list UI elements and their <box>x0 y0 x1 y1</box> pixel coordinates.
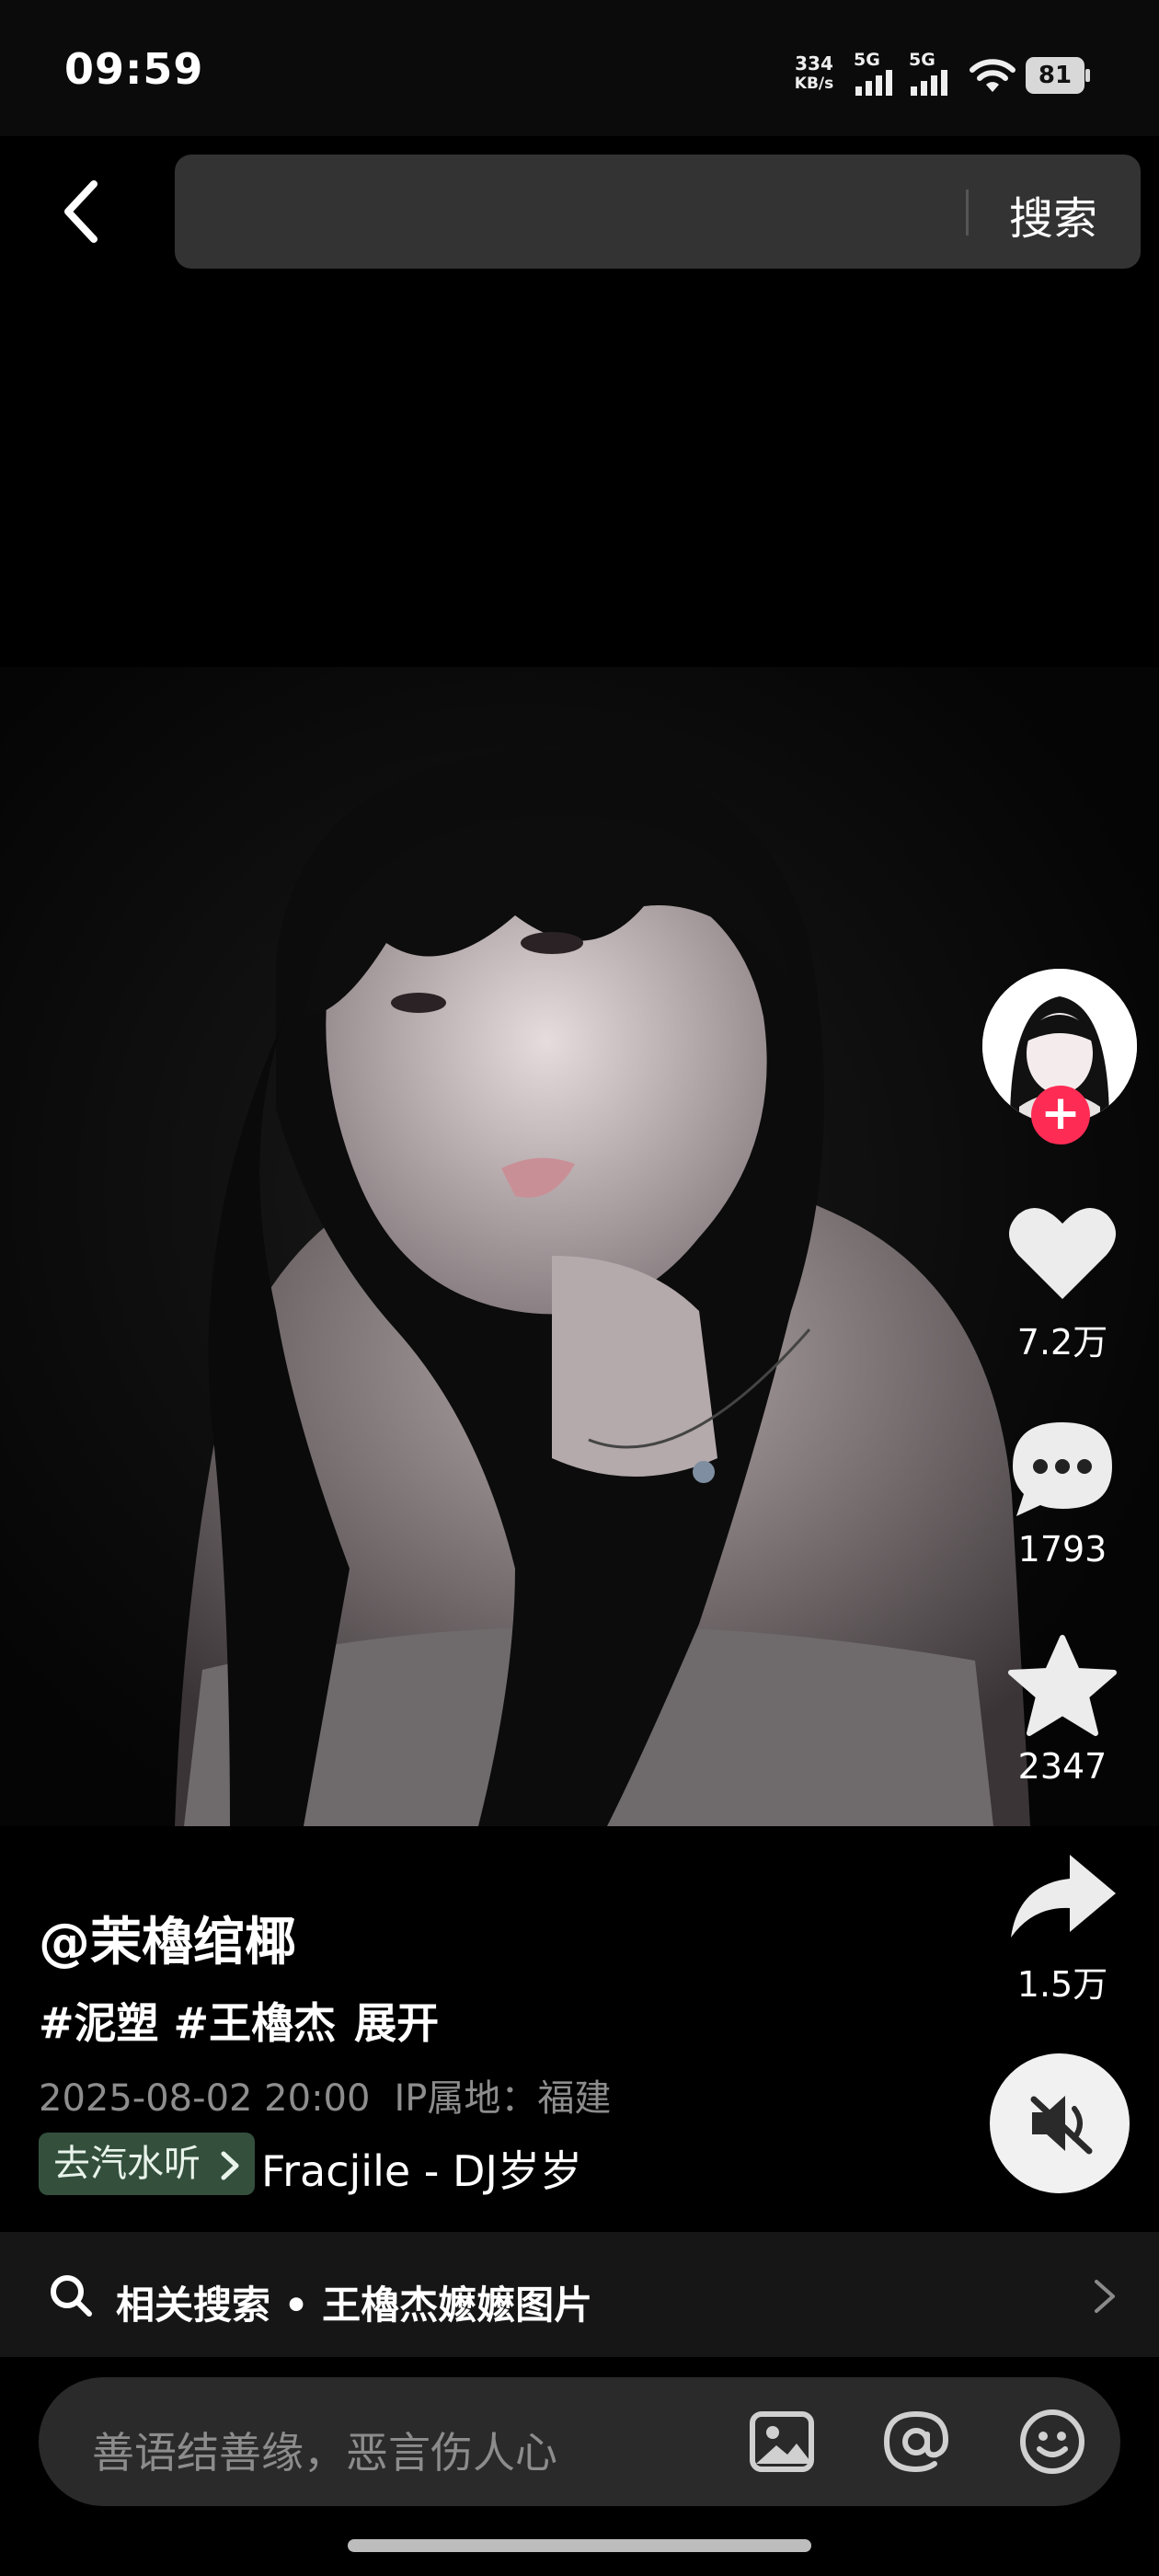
comment-placeholder: 善语结善缘，恶言伤人心 <box>92 2428 557 2478</box>
like-heart-icon[interactable] <box>1005 1202 1119 1305</box>
share-count: 1.5万 <box>1016 1964 1108 2005</box>
music-tag-label: 去汽水听 <box>53 2143 201 2185</box>
ip-location: IP属地：福建 <box>394 2077 612 2120</box>
status-time: 09:59 <box>64 44 204 94</box>
home-indicator[interactable] <box>348 2539 811 2552</box>
comment-count: 1793 <box>1017 1529 1107 1570</box>
share-arrow-icon[interactable] <box>1005 1846 1119 1949</box>
cellular-signal-2-icon: 5G <box>909 50 958 98</box>
back-arrow-icon[interactable] <box>53 175 109 248</box>
related-search-text[interactable]: 相关搜索 • 王櫓杰嬷嬷图片 <box>116 2274 592 2330</box>
wifi-icon <box>970 59 1016 92</box>
music-title[interactable]: Fracjile - DJ岁岁 <box>261 2138 582 2199</box>
like-count: 7.2万 <box>1016 1322 1108 1363</box>
listen-on-qishui-button[interactable]: 去汽水听 <box>39 2133 255 2195</box>
follow-button[interactable]: + <box>1031 1086 1090 1144</box>
network-speed-value: 334 <box>795 52 833 75</box>
mute-toggle-button[interactable] <box>990 2053 1130 2193</box>
comment-bubble-icon[interactable] <box>1005 1417 1119 1520</box>
sim1-network-label: 5G <box>854 50 880 70</box>
author-name[interactable]: @茉櫓绾椰 <box>39 1901 296 1975</box>
post-meta: 2025-08-02 20:00 IP属地：福建 <box>39 2068 611 2122</box>
sim2-network-label: 5G <box>909 50 935 70</box>
chevron-right-icon[interactable] <box>1091 2278 1119 2315</box>
post-photo[interactable] <box>0 667 1159 1826</box>
search-icon <box>51 2275 92 2317</box>
search-divider <box>966 190 969 236</box>
favorite-count: 2347 <box>1017 1746 1107 1787</box>
expand-button[interactable]: 展开 <box>354 1998 439 2048</box>
post-tags: #泥塑 #王櫓杰 展开 <box>39 1990 439 2051</box>
chevron-right-icon <box>221 2151 239 2180</box>
mention-at-icon[interactable] <box>881 2407 951 2477</box>
battery-level: 81 <box>1038 62 1073 89</box>
network-speed: 334 KB/s <box>786 53 842 94</box>
speaker-muted-icon <box>1030 2096 1093 2155</box>
search-button[interactable]: 搜索 <box>975 182 1131 247</box>
post-date: 2025-08-02 20:00 <box>39 2077 371 2120</box>
image-icon[interactable] <box>747 2407 817 2477</box>
cellular-signal-icon: 5G <box>854 50 903 98</box>
battery-icon: 81 <box>1026 57 1090 94</box>
portrait-image <box>0 667 1159 1826</box>
network-speed-unit: KB/s <box>794 75 834 93</box>
favorite-star-icon[interactable] <box>1005 1634 1119 1737</box>
emoji-icon[interactable] <box>1017 2407 1087 2477</box>
hashtags[interactable]: #泥塑 #王櫓杰 <box>39 1998 336 2048</box>
